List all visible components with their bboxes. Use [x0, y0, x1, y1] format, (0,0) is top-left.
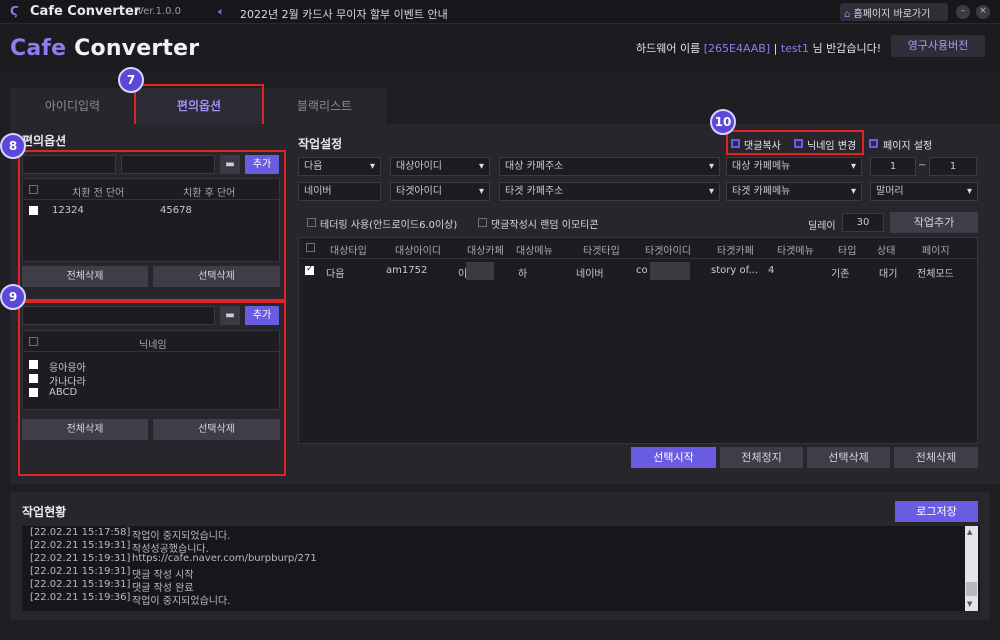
log-time: [22.02.21 15:19:31]	[30, 540, 131, 551]
left-section-title: 편의옵션	[22, 134, 67, 148]
col-source-type: 대상타입	[330, 246, 367, 257]
work-section-title: 작업설정	[298, 137, 343, 151]
prefix-select[interactable]: 말머리	[870, 182, 978, 201]
tethering-checkbox[interactable]	[307, 218, 316, 227]
cell-target-id: co	[636, 265, 648, 276]
callout-badge-7: 7	[118, 67, 144, 93]
scroll-down-icon[interactable]: ▼	[967, 600, 972, 608]
page-range-separator: ~	[918, 160, 927, 171]
add-task-button[interactable]: 작업추가	[890, 212, 978, 233]
cell-source-type: 다음	[326, 269, 345, 280]
home-icon: ⌂	[844, 9, 854, 20]
cell-target-cafe: story of...	[711, 265, 758, 276]
col-page: 페이지	[922, 246, 950, 257]
target-platform-input[interactable]: 네이버	[298, 182, 381, 201]
minimize-button[interactable]: –	[956, 5, 970, 19]
app-logo-icon: Ϛ	[10, 4, 19, 18]
page-setting-label: 페이지 설정	[883, 141, 933, 152]
status-title: 작업현황	[22, 505, 67, 519]
permanent-version-button[interactable]: 영구사용버전	[891, 35, 985, 57]
log-area[interactable]: [22.02.21 15:17:58] 작업이 중지되었습니다. [22.02.…	[22, 526, 980, 611]
hardware-greeting: 하드웨어 이름 [265E4AAB] | test1 님 반갑습니다!	[636, 42, 882, 55]
callout-box-10	[726, 130, 864, 155]
source-platform-select[interactable]: 다음	[298, 157, 381, 176]
delay-label: 딜레이	[808, 221, 836, 232]
page-from-input[interactable]: 1	[870, 157, 916, 176]
col-type: 타입	[838, 246, 857, 257]
source-menu-select[interactable]: 대상 카페메뉴	[726, 157, 862, 176]
log-time: [22.02.21 15:17:58]	[30, 527, 131, 538]
source-id-select[interactable]: 대상아이디	[390, 157, 490, 176]
cell-type: 기존	[831, 269, 850, 280]
cell-page: 전체모드	[917, 269, 954, 280]
notice-link[interactable]: 2022년 2월 카드사 무이자 할부 이벤트 안내	[240, 6, 448, 22]
page-setting-checkbox[interactable]	[869, 139, 878, 148]
delete-selected-task-button[interactable]: 선택삭제	[807, 447, 890, 468]
close-button[interactable]: ×	[976, 5, 990, 19]
brand-logo: Cafe Converter	[10, 36, 200, 61]
log-time: [22.02.21 15:19:31]	[30, 579, 131, 590]
app-version: Ver.1.0.0	[137, 6, 182, 17]
tab-blacklist[interactable]: 블랙리스트	[263, 88, 386, 124]
delete-all-task-button[interactable]: 전체삭제	[894, 447, 978, 468]
col-target-type: 타겟타입	[583, 246, 620, 257]
scroll-up-icon[interactable]: ▲	[967, 528, 972, 536]
log-time: [22.02.21 15:19:36]	[30, 592, 131, 603]
log-message: https://cafe.naver.com/burpburp/271	[132, 553, 317, 564]
save-log-button[interactable]: 로그저장	[895, 501, 978, 522]
callout-badge-8: 8	[0, 133, 26, 159]
col-target-id: 타겟아이디	[645, 246, 691, 257]
divider	[298, 258, 978, 259]
speaker-icon: 🔈︎	[218, 5, 225, 18]
log-time: [22.02.21 15:19:31]	[30, 553, 131, 564]
task-row-checkbox[interactable]	[305, 264, 314, 275]
callout-box-9	[18, 301, 286, 476]
random-emoticon-checkbox[interactable]	[478, 218, 487, 227]
homepage-button-label: 홈페이지 바로가기	[853, 9, 931, 20]
homepage-button[interactable]: ⌂ 홈페이지 바로가기	[840, 3, 948, 21]
cell-source-menu: 하	[518, 269, 528, 280]
callout-badge-10: 10	[710, 109, 736, 135]
redaction-mask	[466, 262, 494, 280]
app-name: Cafe Converter	[30, 4, 141, 19]
log-message: 작업이 중지되었습니다.	[132, 596, 231, 607]
col-source-cafe: 대상카페	[467, 246, 504, 257]
page-to-input[interactable]: 1	[929, 157, 977, 176]
col-source-menu: 대상메뉴	[516, 246, 553, 257]
task-select-all-checkbox[interactable]	[306, 243, 315, 252]
tethering-label: 테더링 사용(안드로이드6.0이상)	[320, 220, 458, 231]
start-selected-button[interactable]: 선택시작	[631, 447, 716, 468]
tab-id-input[interactable]: 아이디입력	[10, 88, 135, 124]
col-target-cafe: 타겟카페	[717, 246, 754, 257]
user-name: test1	[780, 42, 809, 55]
callout-box-7	[134, 84, 264, 127]
col-source-id: 대상아이디	[395, 246, 441, 257]
random-emoticon-label: 댓글작성시 랜덤 이모티콘	[491, 220, 599, 231]
source-cafe-select[interactable]: 대상 카페주소	[499, 157, 720, 176]
col-target-menu: 타겟메뉴	[777, 246, 814, 257]
cell-target-menu: 4	[768, 265, 775, 276]
stop-all-button[interactable]: 전체정지	[720, 447, 803, 468]
col-status: 상태	[877, 246, 896, 257]
target-cafe-select[interactable]: 타겟 카페주소	[499, 182, 720, 201]
cell-status: 대기	[879, 269, 898, 280]
log-time: [22.02.21 15:19:31]	[30, 566, 131, 577]
delay-input[interactable]: 30	[842, 213, 884, 232]
cell-target-type: 네이버	[576, 269, 604, 280]
callout-badge-9: 9	[0, 284, 26, 310]
cell-source-id: am1752	[386, 265, 428, 276]
hardware-id: [265E4AAB]	[703, 42, 771, 55]
log-scrollbar[interactable]: ▲ ▼	[965, 526, 978, 611]
callout-box-8	[18, 150, 286, 301]
redaction-mask	[650, 262, 690, 280]
scroll-thumb[interactable]	[966, 582, 977, 596]
target-id-select[interactable]: 타겟아이디	[390, 182, 490, 201]
target-menu-select[interactable]: 타겟 카페메뉴	[726, 182, 862, 201]
